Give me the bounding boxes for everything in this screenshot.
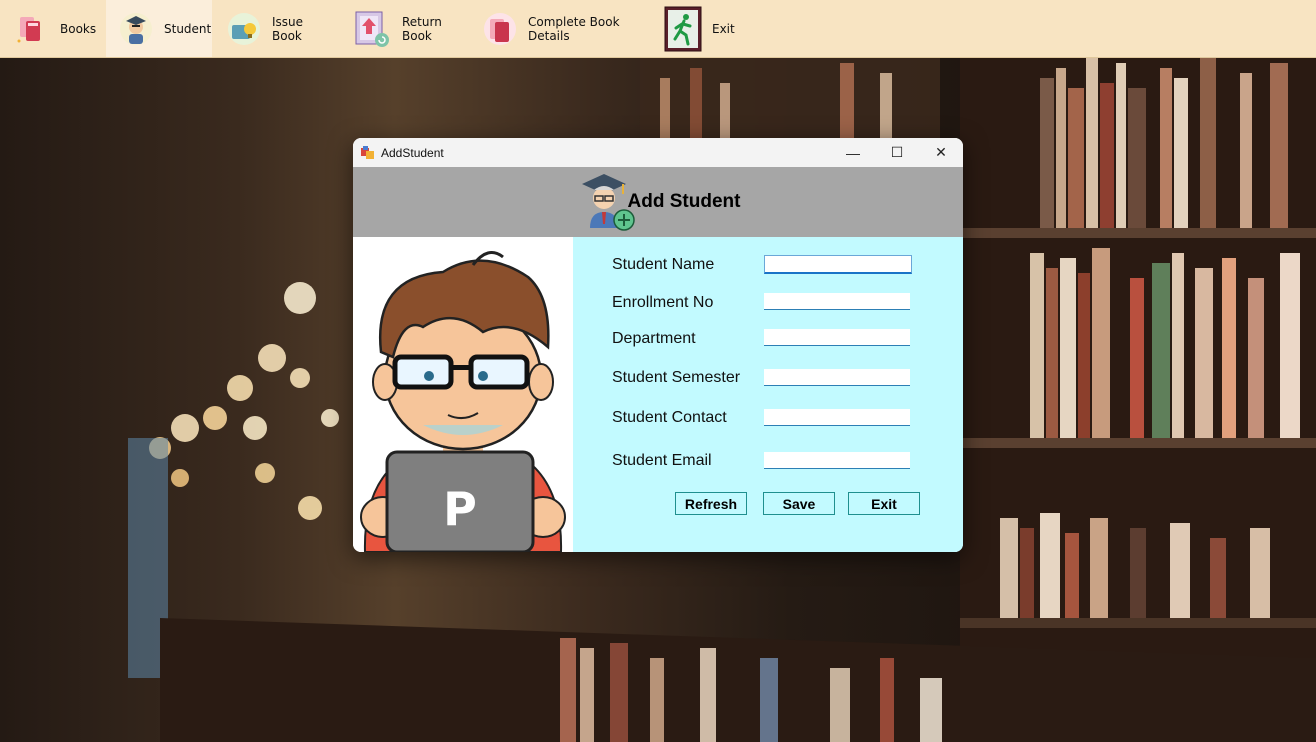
department-input[interactable]: [764, 329, 910, 346]
student-semester-input[interactable]: [764, 369, 910, 386]
student-form: Student Name Enrollment No Department St…: [573, 237, 963, 552]
enrollment-no-input[interactable]: [764, 293, 910, 310]
student-semester-label: Student Semester: [612, 369, 741, 386]
main-toolbar: Books Student Issue Book Return Book Com…: [0, 0, 1316, 58]
toolbar-student[interactable]: Student: [106, 0, 212, 57]
enrollment-no-label: Enrollment No: [612, 294, 714, 311]
toolbar-issue-book-label: Issue Book: [272, 14, 304, 43]
book-details-icon: [482, 9, 518, 49]
issue-book-icon: [226, 9, 262, 49]
toolbar-complete-book-details-label: Complete Book Details: [528, 14, 620, 43]
department-label: Department: [612, 330, 696, 347]
window-title: AddStudent: [381, 145, 444, 160]
add-student-window: AddStudent — ☐ ✕ Add Student P Student N…: [353, 138, 963, 552]
maximize-button[interactable]: ☐: [875, 138, 919, 167]
laptop-letter-p: P: [443, 482, 477, 536]
books-icon: [14, 9, 50, 49]
dialog-header-title: Add Student: [627, 191, 741, 212]
student-name-input[interactable]: [764, 255, 912, 274]
student-cartoon-image: P: [353, 237, 573, 552]
close-button[interactable]: ✕: [919, 138, 963, 167]
student-contact-input[interactable]: [764, 409, 910, 426]
minimize-button[interactable]: —: [831, 138, 875, 167]
graduate-student-icon: [118, 9, 154, 49]
student-email-label: Student Email: [612, 452, 712, 469]
toolbar-student-label: Student: [164, 21, 212, 36]
toolbar-books[interactable]: Books: [2, 0, 104, 57]
refresh-button[interactable]: Refresh: [675, 492, 747, 515]
save-button[interactable]: Save: [763, 492, 835, 515]
window-titlebar[interactable]: AddStudent — ☐ ✕: [353, 138, 963, 167]
student-email-input[interactable]: [764, 452, 910, 469]
dialog-header: Add Student: [353, 167, 963, 237]
app-icon: [361, 145, 375, 160]
toolbar-return-book[interactable]: Return Book: [340, 0, 468, 57]
toolbar-exit[interactable]: Exit: [652, 0, 736, 57]
exit-button[interactable]: Exit: [848, 492, 920, 515]
toolbar-complete-book-details[interactable]: Complete Book Details: [470, 0, 650, 57]
return-book-icon: [352, 9, 392, 49]
toolbar-issue-book[interactable]: Issue Book: [214, 0, 338, 57]
toolbar-return-book-label: Return Book: [402, 14, 442, 43]
toolbar-books-label: Books: [60, 21, 97, 36]
toolbar-exit-label: Exit: [712, 21, 735, 36]
student-name-label: Student Name: [612, 256, 715, 273]
student-contact-label: Student Contact: [612, 409, 727, 426]
exit-running-man-icon: [664, 6, 702, 51]
